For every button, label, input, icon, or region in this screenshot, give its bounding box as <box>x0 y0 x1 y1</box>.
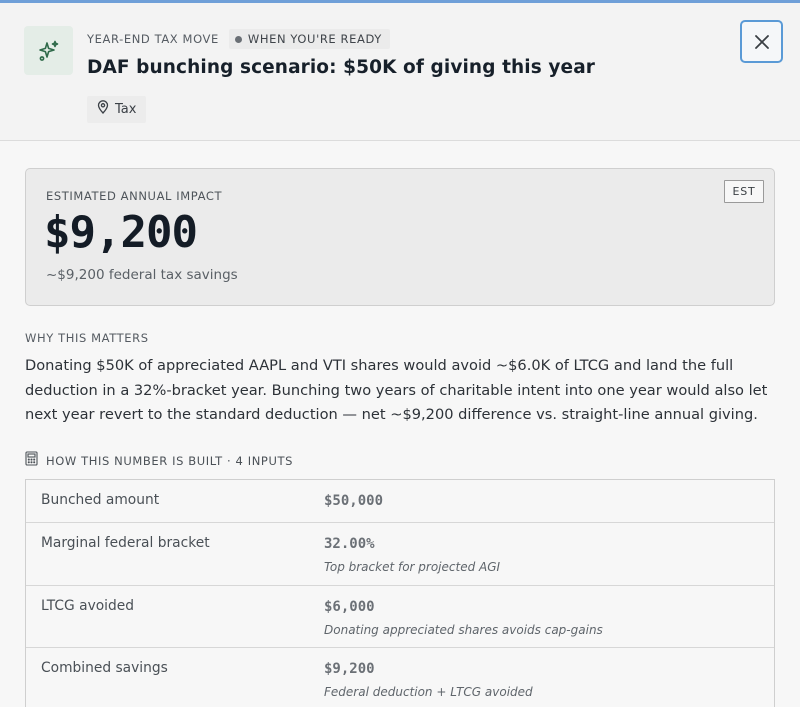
tax-move-modal: Year-end tax move When you're ready DAF … <box>0 0 800 707</box>
input-note: Donating appreciated shares avoids cap-g… <box>324 623 603 637</box>
why-section-heading: Why this matters <box>25 331 149 345</box>
impact-label: Estimated annual impact <box>46 189 223 203</box>
table-row: Bunched amount $50,000 <box>26 480 774 523</box>
location-pin-icon <box>97 100 109 119</box>
tag-chip: Tax <box>87 96 147 123</box>
status-dot-icon <box>234 35 242 43</box>
table-row: LTCG avoided $6,000 Donating appreciated… <box>26 586 774 648</box>
input-note: Top bracket for projected AGI <box>324 560 501 574</box>
input-label: Marginal federal bracket <box>41 535 210 551</box>
calculator-icon <box>25 451 38 471</box>
timing-label: When you're ready <box>247 32 382 46</box>
table-row: Combined savings $9,200 Federal deductio… <box>26 648 774 707</box>
category-label: Year-end tax move <box>87 32 219 46</box>
tag-label: Tax <box>115 102 137 117</box>
impact-card: Estimated annual impact $9,200 ~$9,200 f… <box>25 168 775 306</box>
close-button[interactable] <box>740 20 783 63</box>
input-value: $50,000 <box>324 493 384 509</box>
sparkles-icon <box>24 26 73 75</box>
input-value: 32.00% <box>324 536 375 552</box>
input-label: LTCG avoided <box>41 598 135 614</box>
table-row: Marginal federal bracket 32.00% Top brac… <box>26 523 774 586</box>
modal-title: DAF bunching scenario: $50K of giving th… <box>87 57 596 78</box>
inputs-heading-label: How this number is built · 4 inputs <box>46 454 293 468</box>
input-note: Federal deduction + LTCG avoided <box>324 685 533 699</box>
inputs-section-heading: How this number is built · 4 inputs <box>25 451 293 471</box>
input-label: Bunched amount <box>41 492 160 508</box>
input-value: $9,200 <box>324 661 375 677</box>
input-value: $6,000 <box>324 599 375 615</box>
input-label: Combined savings <box>41 660 168 676</box>
impact-value: $9,200 <box>44 207 198 258</box>
close-icon <box>754 34 769 49</box>
eyebrow-row: Year-end tax move When you're ready <box>87 29 390 49</box>
impact-subtext: ~$9,200 federal tax savings <box>46 267 238 283</box>
modal-header: Year-end tax move When you're ready DAF … <box>0 3 800 141</box>
timing-badge: When you're ready <box>228 29 390 49</box>
estimate-badge: EST <box>724 180 764 203</box>
inputs-table: Bunched amount $50,000 Marginal federal … <box>25 479 775 707</box>
why-section-body: Donating $50K of appreciated AAPL and VT… <box>25 357 768 423</box>
